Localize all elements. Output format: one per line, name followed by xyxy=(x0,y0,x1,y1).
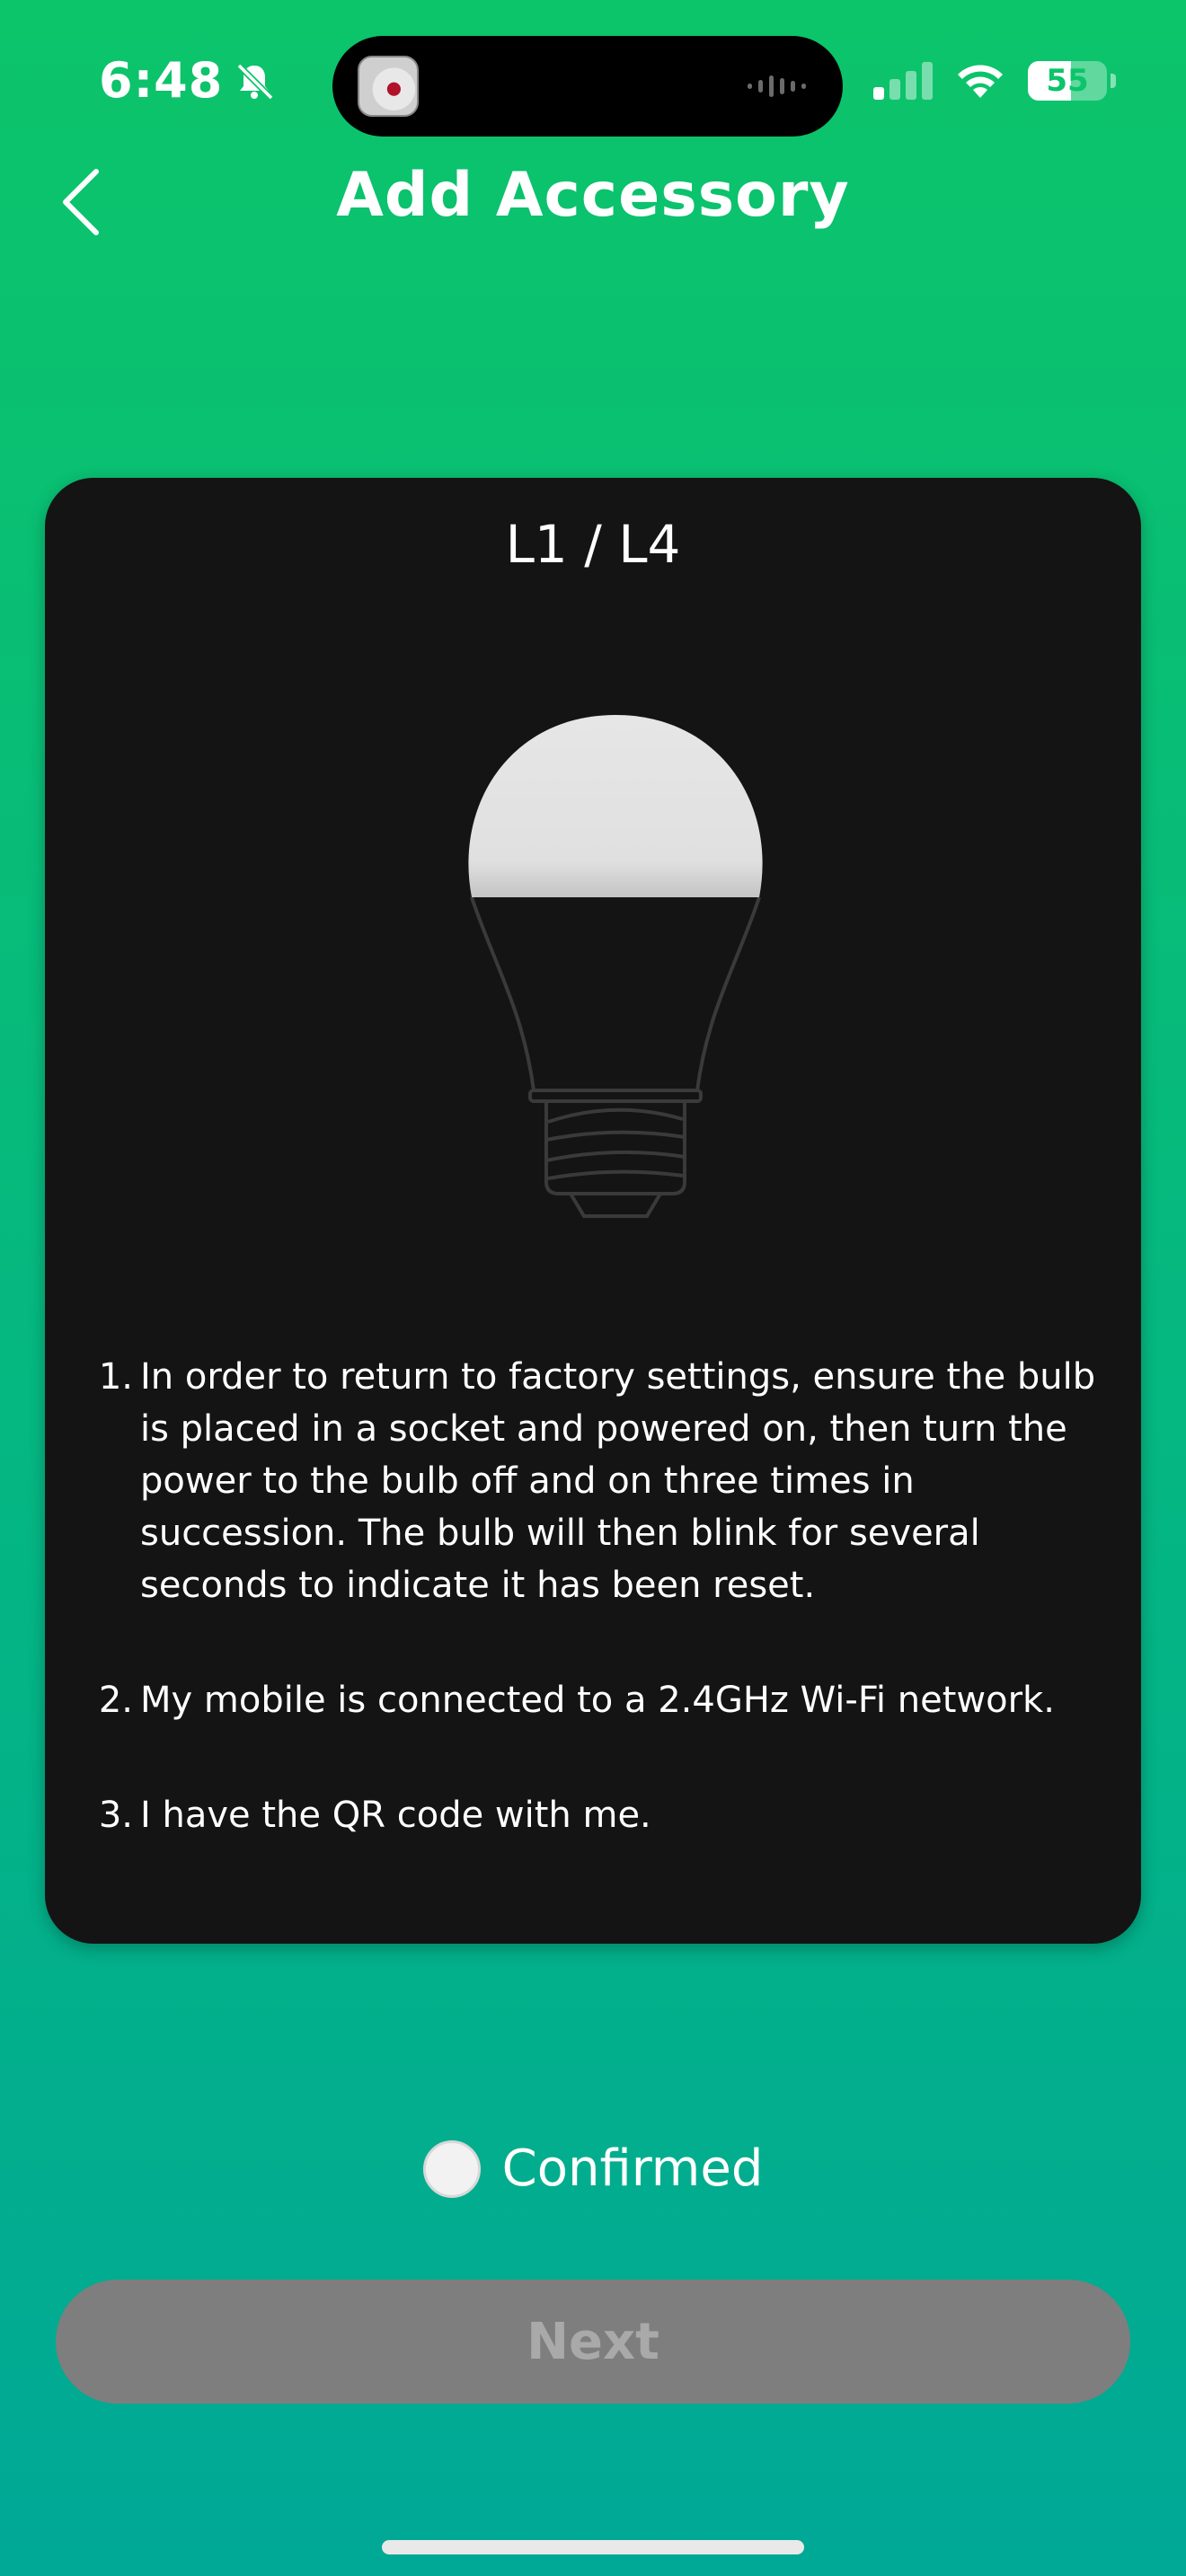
confirm-toggle[interactable]: Confirmed xyxy=(0,2139,1186,2198)
step-text: I have the QR code with me. xyxy=(140,1795,651,1836)
battery-cap xyxy=(1111,74,1116,88)
home-indicator[interactable] xyxy=(382,2540,804,2554)
battery-icon: 55 xyxy=(1028,61,1107,101)
audio-wave-icon xyxy=(748,75,806,97)
status-time: 6:48 xyxy=(99,52,224,109)
wifi-icon xyxy=(958,65,1003,98)
dynamic-island xyxy=(332,36,843,137)
status-time-group: 6:48 xyxy=(99,52,277,109)
page-title: Add Accessory xyxy=(336,160,850,231)
confirm-label[interactable]: Confirmed xyxy=(502,2139,764,2198)
status-icons: 55 xyxy=(873,61,1116,101)
step-number: 3. xyxy=(98,1795,133,1836)
card-title: L1 / L4 xyxy=(505,514,681,575)
battery-percent: 55 xyxy=(1046,63,1089,99)
cellular-signal-icon xyxy=(873,62,933,100)
next-button[interactable]: Next xyxy=(56,2280,1130,2404)
status-bar: 6:48 55 xyxy=(0,0,1186,171)
light-bulb-icon xyxy=(468,715,763,1218)
step-text: My mobile is connected to a 2.4GHz Wi-Fi… xyxy=(140,1680,1055,1721)
step-number: 1. xyxy=(98,1356,133,1398)
bell-slash-icon xyxy=(236,63,274,100)
list-item: 1. In order to return to factory setting… xyxy=(81,1351,1114,1611)
instruction-card: L1 / L4 1. In order to return to factory… xyxy=(45,478,1141,1944)
step-text: In order to return to factory settings, … xyxy=(140,1356,1096,1606)
step-number: 2. xyxy=(98,1680,133,1721)
list-item: 3. I have the QR code with me. xyxy=(81,1789,1114,1841)
instruction-list: 1. In order to return to factory setting… xyxy=(81,1351,1114,1904)
app-icon[interactable] xyxy=(358,56,419,117)
confirm-radio-button[interactable] xyxy=(422,2139,481,2198)
list-item: 2. My mobile is connected to a 2.4GHz Wi… xyxy=(81,1674,1114,1726)
